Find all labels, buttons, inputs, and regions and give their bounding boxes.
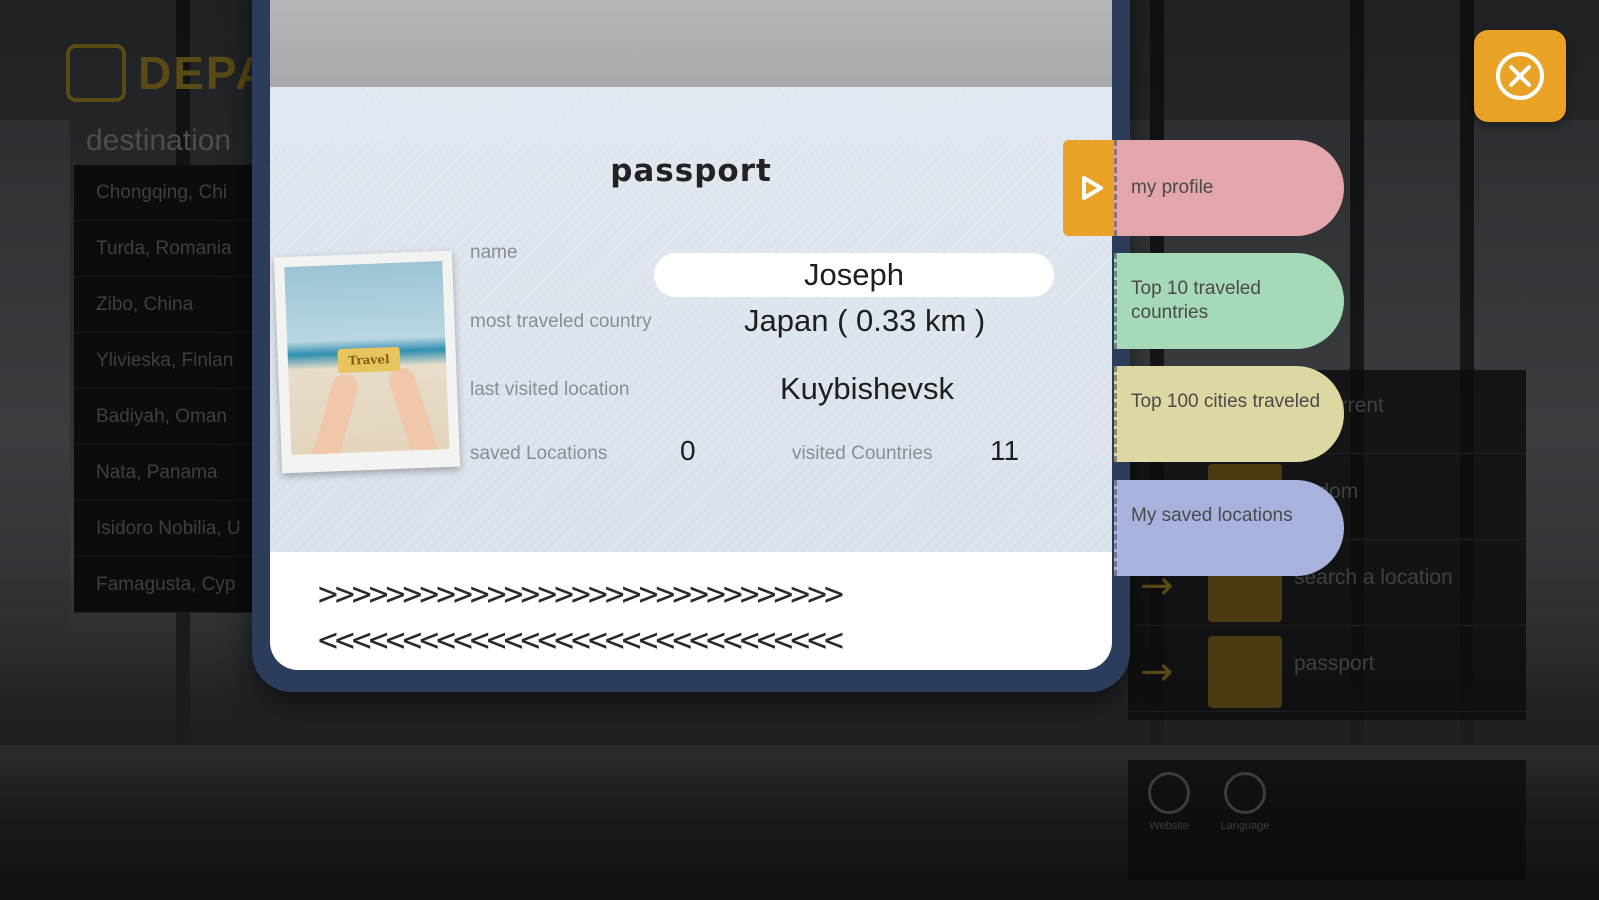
tab-top-10-countries[interactable]: Top 10 traveled countries bbox=[1114, 253, 1344, 349]
passport-info-page: passport Travel name Joseph most travele… bbox=[270, 87, 1112, 552]
destination-item: Famagusta, Cyp bbox=[74, 557, 274, 613]
tab-saved-locations[interactable]: My saved locations bbox=[1114, 480, 1344, 576]
destinations-list: Chongqing, Chi Turda, Romania Zibo, Chin… bbox=[74, 165, 274, 613]
passport-icon bbox=[1208, 636, 1282, 708]
language-label: Language bbox=[1220, 820, 1270, 832]
tab-my-profile[interactable]: my profile bbox=[1114, 140, 1344, 236]
passport-title: passport bbox=[610, 153, 772, 189]
background-bottom-icons: Website Language bbox=[1128, 760, 1526, 880]
language-item: Language bbox=[1210, 772, 1280, 832]
most-traveled-label: most traveled country bbox=[470, 311, 652, 332]
side-menu-label: passport bbox=[1294, 652, 1375, 675]
tab-toggle-button[interactable] bbox=[1063, 140, 1119, 236]
photo-hand bbox=[385, 364, 445, 455]
mrz-line: >>>>>>>>>>>>>>>>>>>>>>>>>>>>>>> bbox=[318, 574, 844, 613]
destination-item: Turda, Romania bbox=[74, 221, 274, 277]
profile-photo-image: Travel bbox=[284, 261, 450, 455]
visited-countries-label: visited Countries bbox=[792, 443, 933, 464]
destinations-heading: destination bbox=[86, 124, 232, 157]
visited-countries-value: 11 bbox=[990, 435, 1020, 466]
destination-item: Nata, Panama bbox=[74, 445, 274, 501]
saved-locations-value: 0 bbox=[680, 435, 696, 466]
name-field: Joseph bbox=[654, 253, 1054, 297]
passport-modal: passport Travel name Joseph most travele… bbox=[252, 0, 1130, 692]
close-icon bbox=[1496, 52, 1544, 100]
play-icon bbox=[1082, 176, 1103, 200]
user-icon bbox=[1148, 772, 1190, 814]
mrz-line: <<<<<<<<<<<<<<<<<<<<<<<<<<<<<<< bbox=[318, 620, 844, 659]
photo-travel-sign: Travel bbox=[337, 346, 401, 374]
close-button[interactable] bbox=[1474, 30, 1566, 122]
name-value: Joseph bbox=[804, 257, 904, 292]
side-menu-item: → passport bbox=[1128, 628, 1526, 712]
globe-icon bbox=[1224, 772, 1266, 814]
website-label: Website bbox=[1149, 820, 1189, 832]
destination-item: Badiyah, Oman bbox=[74, 389, 274, 445]
most-traveled-value: Japan ( 0.33 km ) bbox=[744, 303, 986, 338]
tab-top-100-cities[interactable]: Top 100 cities traveled bbox=[1114, 366, 1344, 462]
last-visited-label: last visited location bbox=[470, 379, 630, 400]
arrow-right-icon: → bbox=[1140, 649, 1174, 695]
passport-top-page bbox=[270, 0, 1112, 87]
destination-item: Chongqing, Chi bbox=[74, 165, 274, 221]
passport-mrz-zone: >>>>>>>>>>>>>>>>>>>>>>>>>>>>>>> <<<<<<<<… bbox=[270, 552, 1112, 670]
last-visited-value: Kuybishevsk bbox=[780, 371, 955, 406]
photo-hand bbox=[306, 371, 362, 455]
website-item: Website bbox=[1134, 772, 1204, 832]
destination-item: Ylivieska, Finlan bbox=[74, 333, 274, 389]
name-label: name bbox=[470, 242, 518, 263]
departures-title: DEPA bbox=[138, 47, 271, 99]
background-window bbox=[0, 120, 70, 640]
profile-photo: Travel bbox=[273, 250, 461, 474]
destination-item: Zibo, China bbox=[74, 277, 274, 333]
saved-locations-label: saved Locations bbox=[470, 443, 608, 464]
destination-item: Isidoro Nobilia, U bbox=[74, 501, 274, 557]
departures-logo-icon bbox=[66, 44, 126, 102]
